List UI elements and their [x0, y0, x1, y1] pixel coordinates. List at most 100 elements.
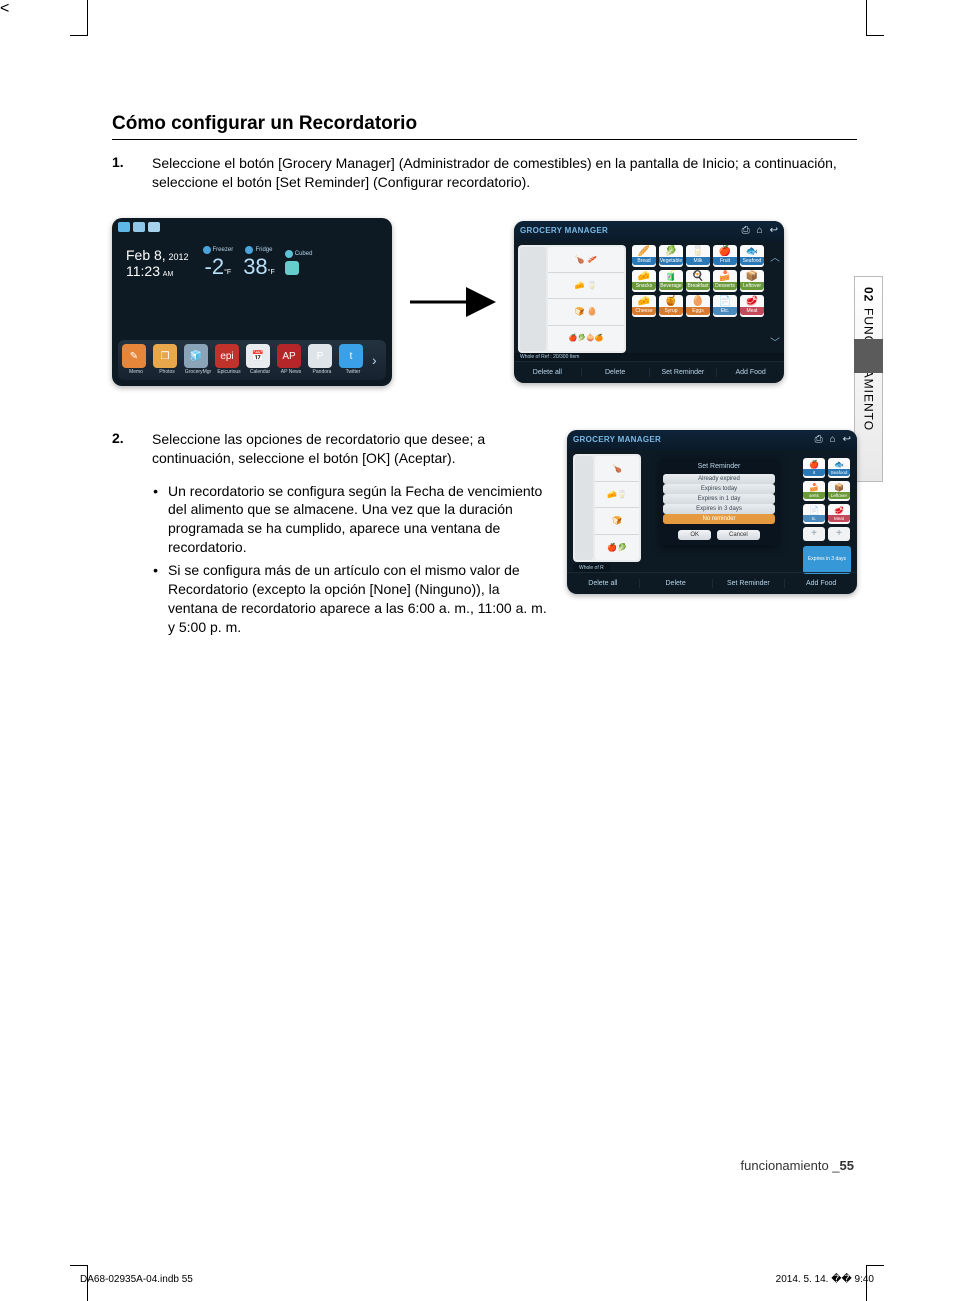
add-food-button[interactable]: Add Food	[785, 579, 857, 588]
food-category-desserts[interactable]: 🍰Desserts	[713, 270, 737, 292]
scroll-arrows[interactable]: ︿﹀	[770, 245, 780, 353]
section-title: Cómo configurar un Recordatorio	[112, 113, 857, 140]
freezer-icon	[203, 246, 211, 254]
food-category-bread[interactable]: 🥖Bread	[632, 245, 656, 267]
food-category-syrup[interactable]: 🍯Syrup	[659, 295, 683, 317]
food-category-label: Vegetable	[659, 257, 683, 265]
food-category-milk[interactable]: 🥛Milk	[686, 245, 710, 267]
reminder-option[interactable]: Expires in 3 days	[663, 504, 775, 514]
page-footer: funcionamiento _55	[741, 1158, 854, 1173]
app-icon-photos[interactable]: ❒	[153, 344, 177, 368]
cubed-icon	[285, 261, 299, 275]
food-category-mini[interactable]: 📄tc.	[803, 504, 825, 524]
page-number: 55	[840, 1158, 854, 1173]
reminder-option[interactable]: No reminder	[663, 514, 775, 524]
chevron-down-icon[interactable]: ﹀	[770, 334, 780, 349]
fridge-temp: 38	[243, 254, 267, 279]
home-icon[interactable]: ⌂	[830, 434, 836, 445]
ampm: AM	[163, 271, 174, 278]
temp-unit: °F	[268, 269, 275, 276]
food-category-mini[interactable]: 🍎it	[803, 458, 825, 478]
delete-button[interactable]: Delete	[640, 579, 713, 588]
dock-next-icon[interactable]: ›	[370, 352, 379, 368]
year: 2012	[168, 252, 188, 262]
status-chip	[148, 222, 160, 232]
set-reminder-button[interactable]: Set Reminder	[650, 368, 718, 377]
reminder-option[interactable]: Expires today	[663, 484, 775, 494]
food-category-label: Bread	[632, 257, 656, 265]
side-tab-num: 02	[862, 287, 876, 302]
reminder-option[interactable]: Expires in 1 day	[663, 494, 775, 504]
food-category-fruit[interactable]: 🍎Fruit	[713, 245, 737, 267]
set-reminder-button[interactable]: Set Reminder	[713, 579, 786, 588]
app-icon-twitter[interactable]: t	[339, 344, 363, 368]
food-category-eggs[interactable]: 🥚Eggs	[686, 295, 710, 317]
save-icon[interactable]: ⎙	[815, 434, 823, 445]
food-category-mini[interactable]: 📦Leftover	[828, 481, 850, 501]
fridge-interior-view: 🍗 🥓 🧀 🥛 🍞 🥚 🍎🥬🧅🍊	[518, 245, 626, 353]
food-category-label: tc.	[803, 515, 825, 522]
gm-toolbar: Delete allDeleteSet ReminderAdd Food	[567, 572, 857, 594]
app-label: Memo	[122, 369, 150, 375]
freezer-label: Freezer	[213, 247, 234, 253]
food-category-label: Snacks	[632, 282, 656, 290]
food-glyph-icon: 🥩	[746, 296, 758, 307]
footer-label: funcionamiento _	[741, 1158, 840, 1173]
date-time-block: Feb 8, 2012 11:23 AM	[126, 247, 189, 279]
food-category-snacks[interactable]: 🧀Snacks	[632, 270, 656, 292]
food-category-label: Desserts	[713, 282, 737, 290]
food-glyph-icon: 🥚	[692, 296, 704, 307]
app-icon-grocerymgr[interactable]: 🧊	[184, 344, 208, 368]
food-glyph-icon: 📦	[746, 271, 758, 282]
food-category-etc.[interactable]: 📄Etc.	[713, 295, 737, 317]
date: Feb 8,	[126, 247, 166, 263]
gm-title: GROCERY MANAGER	[520, 226, 608, 235]
step-2-text: Seleccione las opciones de recordatorio …	[152, 430, 549, 468]
app-icon-calendar[interactable]: 📅	[246, 344, 270, 368]
food-category-seafood[interactable]: 🐟Seafood	[740, 245, 764, 267]
step-1-text: Seleccione el botón [Grocery Manager] (A…	[152, 154, 857, 192]
food-category-mini[interactable]: 🍰serts	[803, 481, 825, 501]
app-icon-memo[interactable]: ✎	[122, 344, 146, 368]
food-category-label: Seafood	[828, 469, 850, 476]
cancel-button[interactable]: Cancel	[717, 530, 760, 540]
app-icon-epicurious[interactable]: epi	[215, 344, 239, 368]
app-dock: ✎Memo❒Photos🧊GroceryMgrepiEpicurious📅Cal…	[118, 340, 386, 380]
add-slot-button[interactable]: +	[828, 527, 850, 541]
food-glyph-icon: 🍎	[809, 460, 819, 469]
food-category-mini[interactable]: 🥩Meat	[828, 504, 850, 524]
food-glyph-icon: 🍯	[665, 296, 677, 307]
gm-status: Whole of Ref : 20/300 Item	[514, 353, 784, 361]
app-label: GroceryMgr	[184, 369, 212, 375]
food-glyph-icon: 📄	[719, 296, 731, 307]
delete-all-button[interactable]: Delete all	[567, 579, 640, 588]
add-food-button[interactable]: Add Food	[717, 368, 784, 377]
back-icon[interactable]: ↩	[770, 225, 778, 236]
app-icon-pandora[interactable]: P	[308, 344, 332, 368]
food-category-cheese[interactable]: 🧀Cheese	[632, 295, 656, 317]
save-icon[interactable]: ⎙	[742, 225, 750, 236]
food-glyph-icon: 🐟	[746, 246, 758, 257]
food-category-beverage[interactable]: 🧃Beverage	[659, 270, 683, 292]
gm-toolbar: Delete allDeleteSet ReminderAdd Food	[514, 361, 784, 383]
delete-button[interactable]: Delete	[582, 368, 650, 377]
add-slot-button[interactable]: +	[803, 527, 825, 541]
food-category-breakfast[interactable]: 🍳Breakfast	[686, 270, 710, 292]
chevron-up-icon[interactable]: ︿	[770, 249, 780, 264]
food-category-meat[interactable]: 🥩Meat	[740, 295, 764, 317]
app-label: Twitter	[339, 369, 367, 375]
back-icon[interactable]: ↩	[843, 434, 851, 445]
freezer-temp: -2	[205, 254, 225, 279]
food-glyph-icon: 🍳	[692, 271, 704, 282]
food-glyph-icon: 🧀	[638, 296, 650, 307]
food-category-vegetable[interactable]: 🥬Vegetable	[659, 245, 683, 267]
food-category-mini[interactable]: 🐟Seafood	[828, 458, 850, 478]
delete-all-button[interactable]: Delete all	[514, 368, 582, 377]
home-icon[interactable]: ⌂	[757, 225, 763, 236]
app-icon-ap news[interactable]: AP	[277, 344, 301, 368]
app-label: Pandora	[308, 369, 336, 375]
gm-title: GROCERY MANAGER	[573, 435, 661, 444]
food-category-leftover[interactable]: 📦Leftover	[740, 270, 764, 292]
reminder-option[interactable]: Already expired	[663, 474, 775, 484]
ok-button[interactable]: OK	[678, 530, 711, 540]
